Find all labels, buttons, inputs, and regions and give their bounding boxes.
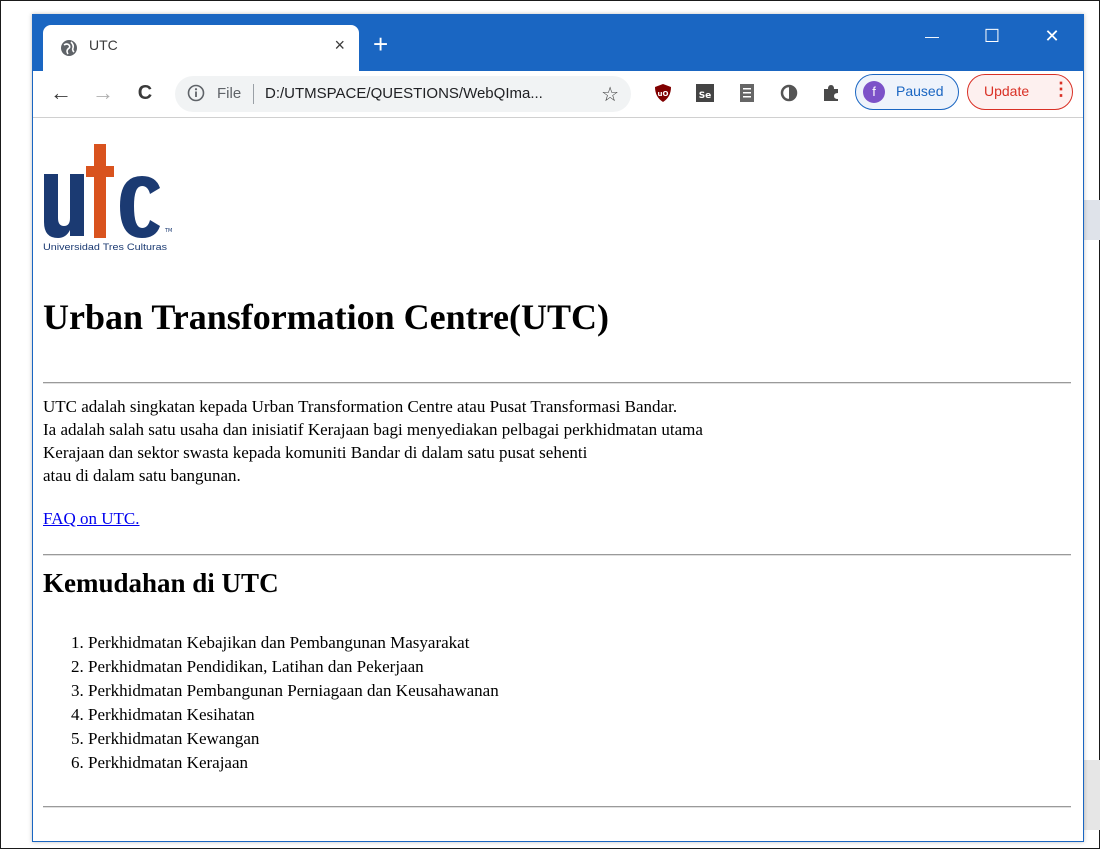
- close-tab-icon[interactable]: ×: [334, 35, 345, 56]
- title-bar: UTC × + — ☐ ✕: [33, 15, 1083, 71]
- background-app-strip: [1084, 760, 1100, 830]
- maximize-button[interactable]: ☐: [969, 21, 1015, 51]
- url-text[interactable]: D:/UTMSPACE/QUESTIONS/WebQIma...: [265, 85, 543, 102]
- minimize-button[interactable]: —: [909, 21, 955, 51]
- svg-text:Se: Se: [699, 91, 712, 101]
- info-icon[interactable]: [187, 84, 205, 102]
- paragraph-line: atau di dalam satu bangunan.: [43, 466, 241, 485]
- selenium-icon[interactable]: Se: [695, 83, 715, 103]
- address-bar[interactable]: File D:/UTMSPACE/QUESTIONS/WebQIma... ☆: [175, 76, 631, 112]
- paragraph-line: Ia adalah salah satu usaha dan inisiatif…: [43, 420, 703, 439]
- page-content: TM Universidad Tres Culturas Urban Trans…: [33, 118, 1083, 841]
- utc-logo: TM Universidad Tres Culturas: [43, 144, 172, 252]
- menu-dots-icon[interactable]: ⋮: [1052, 79, 1070, 100]
- list-item: 4. Perkhidmatan Kesihatan: [71, 705, 255, 724]
- services-list: 1. Perkhidmatan Kebajikan dan Pembanguna…: [71, 631, 499, 775]
- toolbar: ← → C File D:/UTMSPACE/QUESTIONS/WebQIma…: [33, 71, 1083, 118]
- circle-extension-icon[interactable]: [779, 83, 799, 103]
- list-item: 1. Perkhidmatan Kebajikan dan Pembanguna…: [71, 633, 470, 652]
- faq-link[interactable]: FAQ on UTC.: [43, 509, 140, 529]
- paragraph-line: Kerajaan dan sektor swasta kepada komuni…: [43, 443, 588, 462]
- divider: [43, 806, 1071, 808]
- update-label: Update: [984, 83, 1030, 99]
- close-window-button[interactable]: ✕: [1029, 21, 1075, 51]
- divider: [43, 382, 1071, 384]
- update-button[interactable]: Update ⋮: [967, 74, 1073, 110]
- list-item: 6. Perkhidmatan Kerajaan: [71, 753, 249, 772]
- profile-status-label: Paused: [896, 83, 944, 99]
- page-title: Urban Transformation Centre(UTC): [43, 297, 609, 337]
- profile-button[interactable]: f Paused: [855, 74, 959, 110]
- intro-paragraph: UTC adalah singkatan kepada Urban Transf…: [43, 395, 703, 487]
- new-tab-button[interactable]: +: [373, 31, 388, 57]
- list-item: 5. Perkhidmatan Kewangan: [71, 729, 260, 748]
- section-heading: Kemudahan di UTC: [43, 568, 279, 598]
- tab-title: UTC: [89, 37, 118, 53]
- list-item: 3. Perkhidmatan Pembangunan Perniagaan d…: [71, 681, 499, 700]
- divider: [43, 554, 1071, 556]
- logo-caption: Universidad Tres Culturas: [43, 242, 168, 252]
- reload-button[interactable]: C: [131, 79, 159, 107]
- paragraph-line: UTC adalah singkatan kepada Urban Transf…: [43, 397, 678, 416]
- svg-text:TM: TM: [164, 228, 172, 234]
- browser-tab[interactable]: UTC ×: [43, 25, 359, 71]
- avatar: f: [863, 81, 885, 103]
- bookmark-star-icon[interactable]: ☆: [601, 82, 619, 107]
- list-item: 2. Perkhidmatan Pendidikan, Latihan dan …: [71, 657, 424, 676]
- ublock-icon[interactable]: uO: [653, 83, 673, 103]
- back-button[interactable]: ←: [47, 79, 75, 107]
- file-label: File: [217, 85, 242, 102]
- puzzle-icon[interactable]: [821, 83, 841, 103]
- svg-text:uO: uO: [658, 90, 669, 98]
- address-separator: [253, 84, 254, 104]
- browser-window: UTC × + — ☐ ✕ ← → C File D:/UTMSPACE/QUE…: [32, 14, 1084, 842]
- globe-icon: [61, 40, 77, 56]
- reader-icon[interactable]: [737, 83, 757, 103]
- forward-button[interactable]: →: [89, 79, 117, 107]
- background-app-strip: [1084, 200, 1100, 240]
